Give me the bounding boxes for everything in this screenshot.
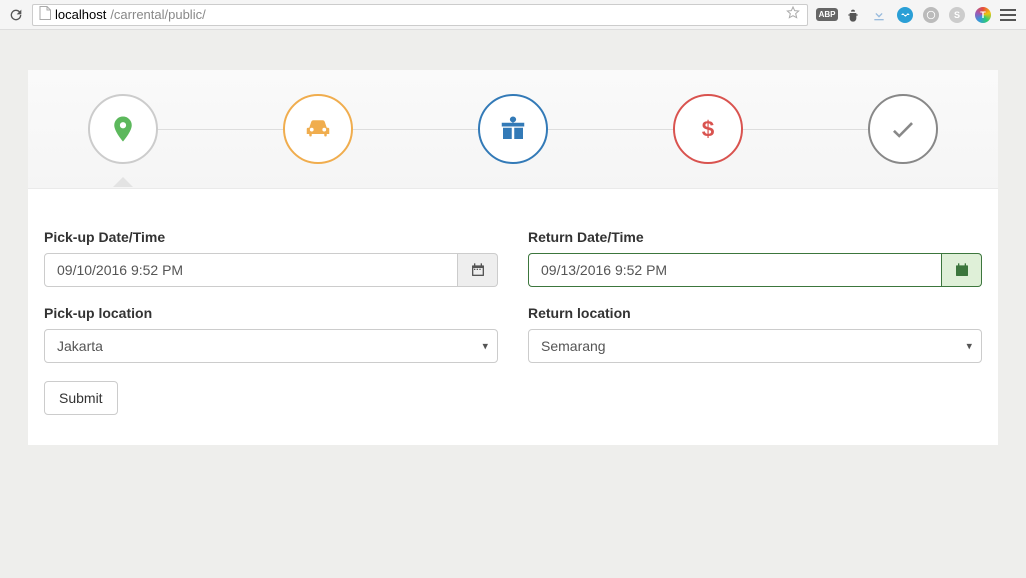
browser-toolbar: localhost/carrental/public/ ABP S T bbox=[0, 0, 1026, 30]
calendar-icon bbox=[954, 262, 970, 278]
bookmark-star-icon[interactable] bbox=[785, 5, 801, 24]
pickup-location-label: Pick-up location bbox=[44, 305, 498, 321]
return-location-label: Return location bbox=[528, 305, 982, 321]
pickup-date-label: Pick-up Date/Time bbox=[44, 229, 498, 245]
page-background: $ Pick-up Date/Time bbox=[0, 30, 1026, 578]
url-path: /carrental/public/ bbox=[110, 7, 205, 22]
gift-icon bbox=[498, 114, 528, 144]
colorful-extension-icon[interactable]: T bbox=[974, 6, 992, 24]
abp-extension-icon[interactable]: ABP bbox=[818, 6, 836, 24]
wave-extension-icon[interactable] bbox=[896, 6, 914, 24]
return-date-input[interactable] bbox=[528, 253, 942, 287]
download-arrow-icon[interactable] bbox=[870, 6, 888, 24]
skype-extension-icon[interactable]: S bbox=[948, 6, 966, 24]
return-date-group: Return Date/Time bbox=[528, 229, 982, 287]
step-vehicle[interactable] bbox=[283, 94, 353, 164]
check-icon bbox=[888, 114, 918, 144]
booking-form: Pick-up Date/Time Return Date/Time bbox=[28, 189, 998, 445]
extension-toolbar: ABP S T bbox=[814, 6, 1020, 24]
pickup-date-group: Pick-up Date/Time bbox=[44, 229, 498, 287]
dollar-icon: $ bbox=[693, 114, 723, 144]
return-location-select[interactable]: Semarang bbox=[528, 329, 982, 363]
url-host: localhost bbox=[55, 7, 106, 22]
globe-extension-icon[interactable] bbox=[922, 6, 940, 24]
pickup-location-group: Pick-up location Jakarta bbox=[44, 305, 498, 363]
pickup-date-calendar-button[interactable] bbox=[458, 253, 498, 287]
car-icon bbox=[303, 114, 333, 144]
bug-extension-icon[interactable] bbox=[844, 6, 862, 24]
map-pin-icon bbox=[108, 114, 138, 144]
reload-button[interactable] bbox=[6, 5, 26, 25]
return-location-group: Return location Semarang bbox=[528, 305, 982, 363]
svg-text:$: $ bbox=[702, 117, 715, 142]
pickup-location-select[interactable]: Jakarta bbox=[44, 329, 498, 363]
page-icon bbox=[39, 6, 51, 23]
step-location[interactable] bbox=[88, 94, 158, 164]
main-card: $ Pick-up Date/Time bbox=[28, 70, 998, 445]
calendar-icon bbox=[470, 262, 486, 278]
return-date-label: Return Date/Time bbox=[528, 229, 982, 245]
browser-menu-button[interactable] bbox=[1000, 9, 1016, 21]
step-payment[interactable]: $ bbox=[673, 94, 743, 164]
step-confirm[interactable] bbox=[868, 94, 938, 164]
pickup-date-input[interactable] bbox=[44, 253, 458, 287]
url-bar[interactable]: localhost/carrental/public/ bbox=[32, 4, 808, 26]
step-extras[interactable] bbox=[478, 94, 548, 164]
submit-button[interactable]: Submit bbox=[44, 381, 118, 415]
return-date-calendar-button[interactable] bbox=[942, 253, 982, 287]
progress-stepper: $ bbox=[28, 70, 998, 189]
